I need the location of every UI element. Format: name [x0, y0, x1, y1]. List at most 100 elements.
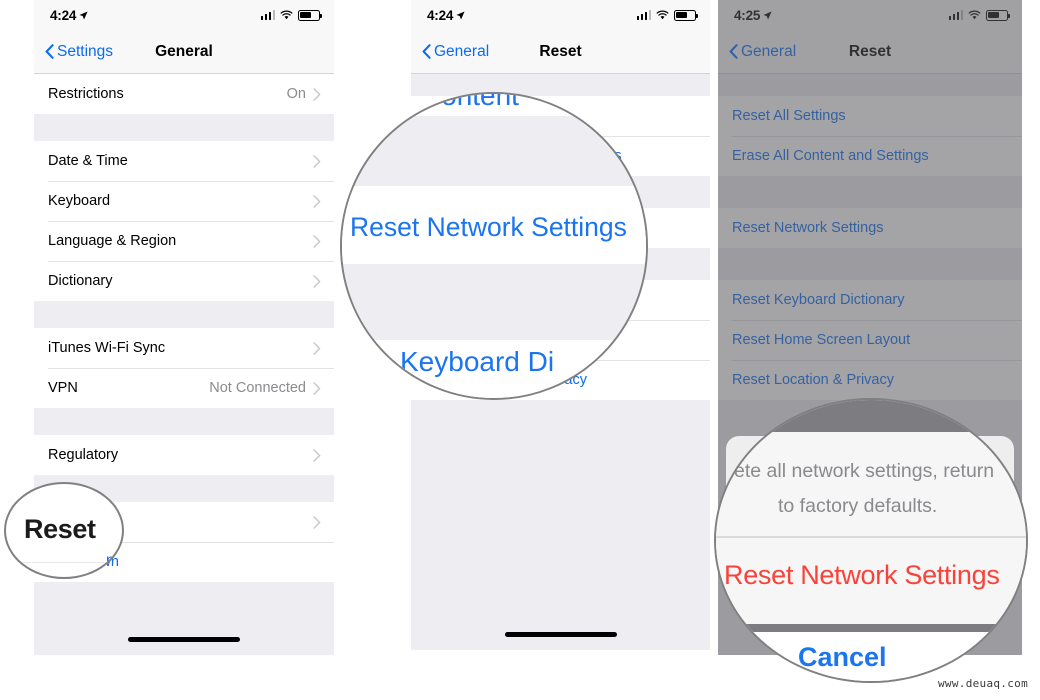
- battery-icon: [986, 9, 1011, 21]
- chevron-left-icon: [422, 44, 431, 59]
- wifi-icon: [656, 10, 669, 20]
- list-group: Date & Time Keyboard Language & Region D…: [34, 141, 334, 301]
- row-label: Reset Location & Privacy: [732, 372, 894, 388]
- list-group: Reset All Settings Erase All Content and…: [718, 96, 1022, 176]
- row-label: Dictionary: [48, 273, 113, 289]
- location-arrow-icon: [456, 11, 465, 19]
- group-gap: [411, 74, 710, 96]
- list-item-itunes-wifi-sync[interactable]: iTunes Wi-Fi Sync: [34, 328, 334, 368]
- row-label: Language & Region: [48, 233, 177, 249]
- list-item-dictionary[interactable]: Dictionary: [34, 261, 334, 301]
- magnifier-reset-network-settings: All Content Reset Network Settings Keybo…: [340, 92, 648, 400]
- chevron-right-icon: [313, 448, 321, 462]
- chevron-right-icon: [313, 515, 321, 529]
- row-label: Reset Home Screen Layout: [732, 332, 911, 348]
- row-label: Restrictions: [48, 86, 124, 102]
- battery-icon: [298, 9, 323, 21]
- group-gap: [718, 176, 1022, 208]
- cellular-signal-icon: [948, 10, 963, 20]
- magnified-keyboard-dict-label: Keyboard Di: [400, 346, 555, 377]
- list-item-reset-home-screen-layout[interactable]: Reset Home Screen Layout: [718, 320, 1022, 360]
- chevron-right-icon: [313, 234, 321, 248]
- location-arrow-icon: [763, 11, 772, 19]
- group-gap: [411, 400, 710, 650]
- back-button-label: General: [434, 42, 490, 60]
- list-group: Regulatory: [34, 435, 334, 475]
- row-label: Regulatory: [48, 447, 119, 463]
- watermark: www.deuaq.com: [938, 677, 1028, 690]
- screenshot-stage: 4:24 Settings General Restrictions On Da…: [0, 0, 1040, 700]
- home-indicator: [504, 632, 617, 637]
- back-button-settings[interactable]: Settings: [34, 43, 113, 61]
- list-item-erase-all-content[interactable]: Erase All Content and Settings: [718, 136, 1022, 176]
- magnifier-reset: Reset n: [4, 482, 124, 579]
- status-time: 4:25: [734, 8, 772, 23]
- status-time-text: 4:24: [50, 7, 77, 23]
- wifi-icon: [280, 10, 293, 20]
- list-group: iTunes Wi-Fi Sync VPN Not Connected: [34, 328, 334, 408]
- nav-bar: General Reset: [411, 30, 710, 74]
- row-label: Reset All Settings: [732, 108, 846, 124]
- magnified-reset-label: Reset: [24, 514, 96, 544]
- list-item-reset-keyboard-dictionary[interactable]: Reset Keyboard Dictionary: [718, 280, 1022, 320]
- row-label: VPN: [48, 380, 78, 396]
- list-item-date-time[interactable]: Date & Time: [34, 141, 334, 181]
- row-label: iTunes Wi-Fi Sync: [48, 340, 166, 356]
- nav-bar: General Reset: [718, 30, 1022, 74]
- wifi-icon: [968, 10, 981, 20]
- status-bar: 4:25: [718, 0, 1022, 30]
- status-bar: 4:24: [411, 0, 710, 30]
- status-time-text: 4:24: [427, 7, 454, 23]
- magnifier-content: Reset n: [6, 484, 122, 577]
- list-item-keyboard[interactable]: Keyboard: [34, 181, 334, 221]
- magnified-reset-network-label: Reset Network Settings: [350, 212, 627, 242]
- status-indicators: [948, 9, 1011, 21]
- list-item-regulatory[interactable]: Regulatory: [34, 435, 334, 475]
- home-indicator: [128, 637, 240, 642]
- row-value: Not Connected: [209, 380, 306, 396]
- chevron-right-icon: [313, 381, 321, 395]
- magnified-message-line2: to factory defaults.: [778, 495, 938, 517]
- status-bar: 4:24: [34, 0, 334, 30]
- status-time: 4:24: [50, 8, 88, 23]
- group-gap: [718, 248, 1022, 280]
- cellular-signal-icon: [260, 10, 275, 20]
- magnifier-action-sheet: delete all network settings, return to f…: [714, 398, 1028, 683]
- row-value: On: [286, 86, 306, 102]
- chevron-right-icon: [313, 194, 321, 208]
- back-button-general[interactable]: General: [411, 43, 489, 61]
- back-button-general[interactable]: General: [718, 43, 796, 61]
- magnified-destructive-label: Reset Network Settings: [724, 560, 1000, 590]
- list-item-language-region[interactable]: Language & Region: [34, 221, 334, 261]
- group-gap: [34, 408, 334, 435]
- back-button-label: General: [741, 42, 797, 60]
- list-group: Reset Network Settings: [718, 208, 1022, 248]
- chevron-right-icon: [313, 87, 321, 101]
- list-item-vpn[interactable]: VPN Not Connected: [34, 368, 334, 408]
- battery-icon: [674, 9, 699, 21]
- magnified-partial-blue-text: n: [106, 552, 115, 569]
- chevron-left-icon: [729, 44, 738, 59]
- status-indicators: [260, 9, 323, 21]
- location-arrow-icon: [79, 11, 88, 19]
- group-gap: [34, 114, 334, 141]
- cellular-signal-icon: [636, 10, 651, 20]
- magnified-cancel-label: Cancel: [798, 642, 887, 672]
- group-gap: [34, 582, 334, 655]
- list-item-reset-location-privacy[interactable]: Reset Location & Privacy: [718, 360, 1022, 400]
- row-label: Reset Network Settings: [732, 220, 884, 236]
- chevron-right-icon: [313, 341, 321, 355]
- magnifier-content: delete all network settings, return to f…: [716, 400, 1026, 681]
- list-item-reset-all-settings[interactable]: Reset All Settings: [718, 96, 1022, 136]
- nav-bar: Settings General: [34, 30, 334, 74]
- list-item-reset-network-settings[interactable]: Reset Network Settings: [718, 208, 1022, 248]
- row-label: Date & Time: [48, 153, 128, 169]
- magnifier-content: All Content Reset Network Settings Keybo…: [342, 94, 646, 398]
- list-group: Reset Keyboard Dictionary Reset Home Scr…: [718, 280, 1022, 400]
- row-label: Reset Keyboard Dictionary: [732, 292, 905, 308]
- back-button-label: Settings: [57, 42, 114, 60]
- divider: [6, 562, 122, 563]
- list-item-restrictions[interactable]: Restrictions On: [34, 74, 334, 114]
- row-label: Keyboard: [48, 193, 111, 209]
- group-gap: [718, 74, 1022, 96]
